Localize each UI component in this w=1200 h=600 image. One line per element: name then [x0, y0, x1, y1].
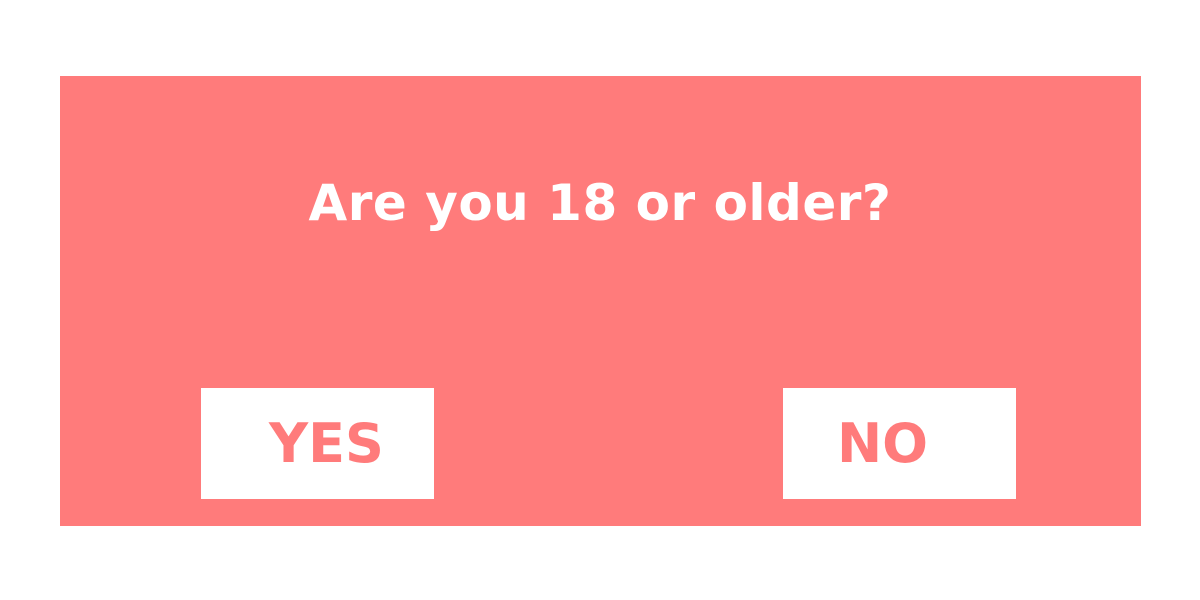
yes-button-label: YES	[269, 412, 384, 475]
age-gate-page: Are you 18 or older? YES NO	[0, 0, 1200, 600]
yes-button[interactable]: YES	[201, 388, 434, 499]
age-question: Are you 18 or older?	[308, 174, 892, 232]
no-button[interactable]: NO	[783, 388, 1016, 499]
no-button-label: NO	[836, 412, 929, 475]
